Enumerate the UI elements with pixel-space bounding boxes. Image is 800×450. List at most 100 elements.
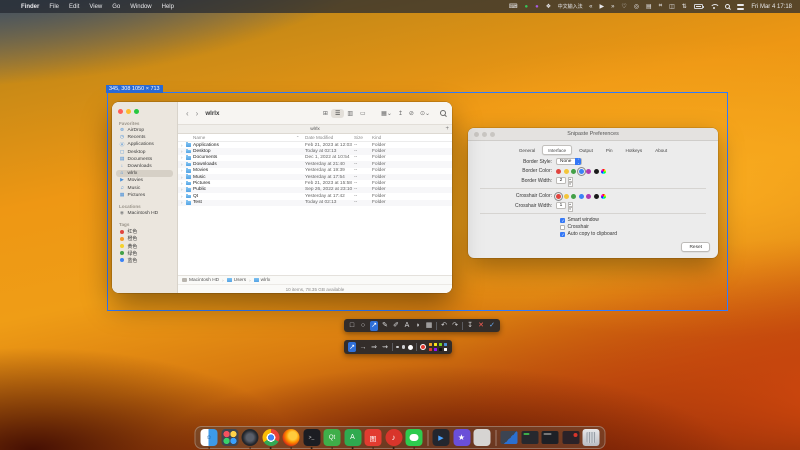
purple-status-icon[interactable]: ●: [532, 4, 543, 10]
grid-icon[interactable]: ⌗: [655, 3, 665, 10]
column-size[interactable]: Size: [354, 135, 363, 140]
crosshair-color-swatch[interactable]: [594, 194, 599, 199]
palette-color-swatch[interactable]: [444, 348, 447, 351]
zoom-button[interactable]: [490, 132, 495, 137]
green-status-icon[interactable]: ●: [521, 4, 532, 10]
palette-color-swatch[interactable]: [434, 348, 437, 351]
redo-button[interactable]: ↷: [451, 321, 459, 331]
play-icon[interactable]: ▶: [596, 3, 608, 10]
dock-wechat[interactable]: [406, 429, 423, 446]
sidebar-item-airdrop[interactable]: ⊚AirDrop: [116, 127, 173, 134]
ellipse-tool[interactable]: ○: [359, 321, 367, 331]
crosshair-color-swatch[interactable]: [556, 194, 561, 199]
file-row[interactable]: ›TestToday at 02:13--Folder: [178, 200, 452, 206]
palette-color-swatch[interactable]: [444, 343, 447, 346]
sidebar-item-movies[interactable]: ▶Movies: [116, 177, 173, 184]
tab-output[interactable]: Output: [573, 145, 599, 155]
action-menu-icon[interactable]: ⊙⌄: [417, 110, 433, 117]
palette-color-swatch[interactable]: [429, 348, 432, 351]
border-width-stepper[interactable]: ▲▼: [568, 177, 573, 184]
tag-icon[interactable]: ⊘: [406, 110, 417, 117]
zoom-button[interactable]: [134, 109, 139, 114]
input-method-badge[interactable]: 中文输入法: [555, 3, 586, 10]
palette-color-swatch[interactable]: [439, 343, 442, 346]
save-button[interactable]: ↧: [466, 321, 474, 331]
arrow-style-3[interactable]: ⇒: [370, 342, 378, 352]
disclosure-chevron-icon[interactable]: ›: [181, 187, 183, 192]
sidebar-item-applications[interactable]: ⒶApplications: [116, 141, 173, 148]
border-color-swatch[interactable]: [571, 169, 576, 174]
disclosure-chevron-icon[interactable]: ›: [181, 181, 183, 186]
minimize-button[interactable]: [482, 132, 487, 137]
previous-track-icon[interactable]: «: [586, 4, 596, 10]
disclosure-chevron-icon[interactable]: ›: [181, 162, 183, 167]
next-track-icon[interactable]: »: [608, 4, 618, 10]
column-date-modified[interactable]: Date Modified: [305, 135, 333, 140]
disclosure-chevron-icon[interactable]: ›: [181, 175, 183, 180]
sidebar-item-macintosh-hd[interactable]: ◉Macintosh HD: [116, 210, 173, 217]
menu-item-window[interactable]: Window: [125, 4, 156, 10]
disclosure-chevron-icon[interactable]: ›: [181, 155, 183, 160]
palette-color-swatch[interactable]: [429, 343, 432, 346]
sidebar-item-documents[interactable]: ▤Documents: [116, 156, 173, 163]
menu-item-go[interactable]: Go: [107, 4, 125, 10]
menu-item-file[interactable]: File: [44, 4, 64, 10]
tab-hotkeys[interactable]: Hotkeys: [620, 145, 649, 155]
dock-firefox[interactable]: [283, 429, 300, 446]
menu-item-edit[interactable]: Edit: [64, 4, 84, 10]
window-icon[interactable]: ▤: [643, 3, 656, 10]
minimize-button[interactable]: [126, 109, 131, 114]
stroke-size-2[interactable]: [402, 345, 406, 349]
text-tool[interactable]: A: [403, 321, 411, 331]
disclosure-chevron-icon[interactable]: ›: [181, 143, 183, 148]
dock-blank-app[interactable]: [474, 429, 491, 446]
undo-button[interactable]: ↶: [440, 321, 448, 331]
search-icon[interactable]: [440, 110, 446, 116]
dock-video-player[interactable]: ▶: [433, 429, 450, 446]
eject-icon[interactable]: ⇅: [678, 3, 690, 10]
border-color-swatch[interactable]: [586, 169, 591, 174]
crosshair-color-swatch[interactable]: [586, 194, 591, 199]
close-button[interactable]: [474, 132, 479, 137]
menu-item-view[interactable]: View: [84, 4, 107, 10]
rectangle-tool[interactable]: □: [348, 321, 356, 331]
tab-about[interactable]: About: [649, 145, 673, 155]
crosshair-color-swatch[interactable]: [564, 194, 569, 199]
crosshair-color-swatch[interactable]: [579, 194, 584, 199]
path-segment[interactable]: Users: [234, 278, 247, 283]
disclosure-chevron-icon[interactable]: ›: [181, 168, 183, 173]
battery-icon[interactable]: [690, 4, 706, 9]
dock-minimized-window-4[interactable]: [562, 431, 579, 444]
dock-dark-round-app[interactable]: [242, 429, 259, 446]
column-name[interactable]: Name: [193, 135, 205, 140]
sidebar-item-红色[interactable]: 红色: [116, 228, 173, 235]
disclosure-chevron-icon[interactable]: ›: [181, 200, 183, 205]
disclosure-chevron-icon[interactable]: ›: [181, 194, 183, 199]
crosshair-width-stepper[interactable]: ▲▼: [568, 202, 573, 209]
menu-bar-clock[interactable]: Fri Mar 4 17:18: [747, 4, 794, 10]
border-color-swatch[interactable]: [556, 169, 561, 174]
new-tab-button[interactable]: +: [445, 125, 449, 133]
reset-button[interactable]: Reset: [681, 242, 710, 252]
crosshair-width-field[interactable]: 1: [556, 202, 566, 209]
search-icon[interactable]: [721, 4, 733, 9]
list-view-icon[interactable]: ☰: [331, 109, 343, 118]
confirm-button[interactable]: ✓: [488, 321, 496, 331]
finder-tab-bar[interactable]: wlrlx +: [178, 125, 452, 134]
sidebar-item-wlrlx[interactable]: ⌂wlrlx: [116, 170, 173, 177]
sidebar-item-recents[interactable]: ◷Recents: [116, 134, 173, 141]
heart-icon[interactable]: ♡: [618, 3, 630, 10]
sidebar-item-蓝色[interactable]: 蓝色: [116, 257, 173, 264]
tab-general[interactable]: General: [513, 145, 541, 155]
dock-trash[interactable]: [583, 429, 600, 446]
cancel-button[interactable]: ✕: [477, 321, 485, 331]
arrow-style-1[interactable]: ↗: [348, 342, 356, 352]
arrow-tool[interactable]: ↗: [370, 321, 378, 331]
column-kind[interactable]: Kind: [372, 135, 381, 140]
tab-pin[interactable]: Pin: [600, 145, 619, 155]
checkbox-auto-copy-to-clipboard[interactable]: [560, 232, 565, 237]
column-view-icon[interactable]: ▥: [344, 109, 357, 118]
mosaic-tool[interactable]: ▦: [425, 321, 433, 331]
dock-netease-music[interactable]: ♪: [385, 429, 402, 446]
border-color-swatch[interactable]: [579, 169, 584, 174]
